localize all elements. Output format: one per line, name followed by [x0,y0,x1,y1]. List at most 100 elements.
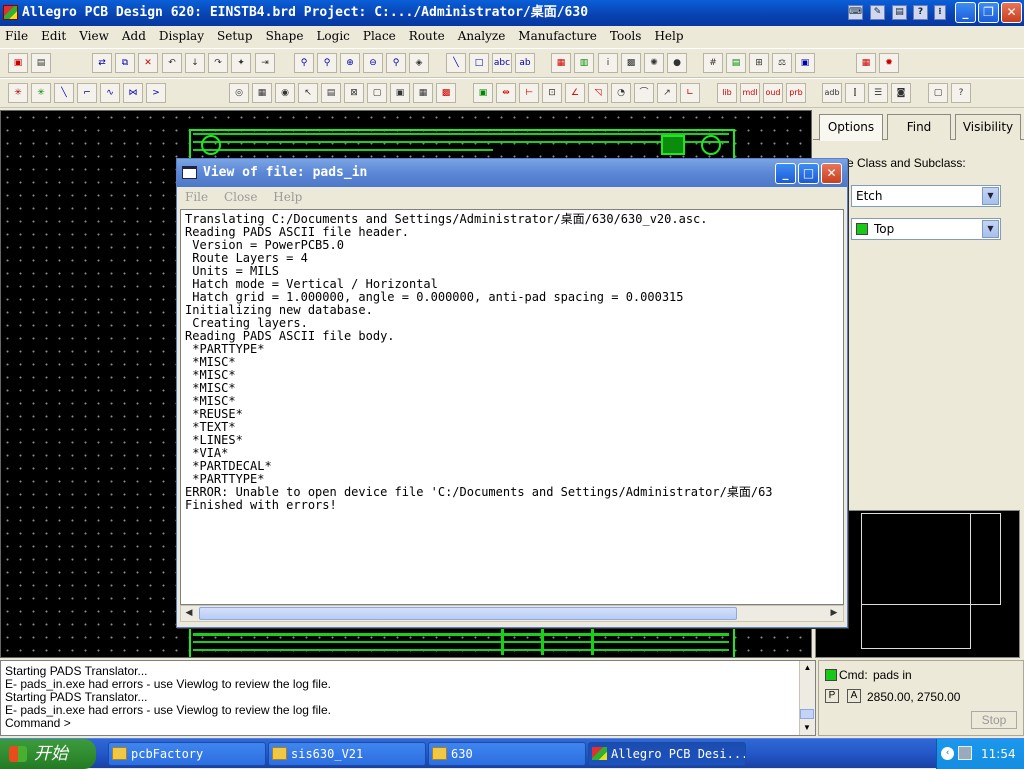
menu-setup[interactable]: Setup [217,26,253,46]
drc-icon[interactable]: ✹ [879,53,899,73]
horizontal-scrollbar[interactable]: ◀ ▶ [180,605,844,622]
stop-cmd-icon[interactable]: ⇥ [255,53,275,73]
save-icon[interactable]: ▤ [31,53,51,73]
allegro-app-icon[interactable] [3,5,18,20]
dialog-menu-help[interactable]: Help [273,190,302,204]
zoom-fit-icon[interactable]: ⚲ [317,53,337,73]
menu-tools[interactable]: Tools [610,26,642,46]
start-button[interactable]: 开始 [0,739,96,769]
camera-icon[interactable]: ◙ [891,83,911,103]
undo-icon[interactable]: ↶ [162,53,182,73]
ime-options-icon[interactable]: ⁝ [934,5,946,20]
dialog-close-button[interactable]: ✕ [821,163,842,184]
dimension-icon[interactable]: ⇹ [496,83,516,103]
report-icon[interactable]: ☰ [868,83,888,103]
add-connect-icon[interactable]: ╲ [54,83,74,103]
add-text-icon[interactable]: abc [492,53,512,73]
menu-help[interactable]: Help [654,26,683,46]
change-text-icon[interactable]: ab [515,53,535,73]
shape-void-icon[interactable]: ⊠ [344,83,364,103]
shape-merge-icon[interactable]: ▣ [390,83,410,103]
stop-button[interactable]: Stop [971,711,1017,729]
tab-options[interactable]: Options [819,114,883,141]
menu-place[interactable]: Place [363,26,396,46]
chevron-down-icon[interactable]: ▼ [982,220,999,238]
subclass-dropdown[interactable]: Top ▼ [851,218,1001,240]
zoom-in-icon[interactable]: ⊕ [340,53,360,73]
zoom-previous-icon[interactable]: ⚲ [386,53,406,73]
custom-smooth-icon[interactable]: ⋈ [123,83,143,103]
slide-icon[interactable]: ⌐ [77,83,97,103]
component-icon[interactable]: ▣ [473,83,493,103]
absolute-mode-button[interactable]: A [847,689,861,703]
shape-delete-icon[interactable]: ▩ [436,83,456,103]
spin-icon[interactable]: ◎ [229,83,249,103]
zoom-points-icon[interactable]: ⚲ [294,53,314,73]
adb-icon[interactable]: adb [822,83,842,103]
tray-expand-icon[interactable]: ‹ [941,747,954,760]
log-text-area[interactable]: Translating C:/Documents and Settings/Ad… [180,209,844,605]
shape-select-icon[interactable]: ▦ [413,83,433,103]
pick-mode-button[interactable]: P [825,689,839,703]
3d-view-icon[interactable]: ▣ [795,53,815,73]
menu-manufacture[interactable]: Manufacture [518,26,597,46]
vertex-icon[interactable]: > [146,83,166,103]
measure-icon[interactable]: ▩ [621,53,641,73]
redraw-icon[interactable]: ◈ [409,53,429,73]
scroll-left-icon[interactable]: ◀ [182,607,196,620]
radius-icon[interactable]: ◔ [611,83,631,103]
open-icon[interactable]: ▣ [8,53,28,73]
chamfer-icon[interactable]: ◹ [588,83,608,103]
rats-icon[interactable]: ✳ [31,83,51,103]
layers-icon[interactable]: ▥ [574,53,594,73]
help-icon[interactable]: ? [913,5,928,20]
console-scroll-thumb[interactable] [800,709,814,719]
task-sis630[interactable]: sis630_V21 [268,742,426,766]
class-dropdown[interactable]: Etch ▼ [851,185,1001,207]
task-allegro[interactable]: Allegro PCB Desi... [588,742,746,766]
menu-file[interactable]: File [5,26,28,46]
scroll-down-icon[interactable]: ▼ [800,721,814,735]
menu-route[interactable]: Route [409,26,445,46]
pen-icon[interactable]: ✎ [870,5,885,20]
place-icon[interactable]: ▦ [856,53,876,73]
menu-edit[interactable]: Edit [41,26,66,46]
worldview-viewport[interactable] [861,513,1001,605]
delay-tune-icon[interactable]: ∿ [100,83,120,103]
add-line-icon[interactable]: ╲ [446,53,466,73]
dimension-linear-icon[interactable]: ⊢ [519,83,539,103]
task-630[interactable]: 630 [428,742,586,766]
lib-icon[interactable]: lib [717,83,737,103]
minimize-button[interactable]: _ [955,2,976,23]
close-button[interactable]: ✕ [1001,2,1022,23]
dialog-menu-file[interactable]: File [185,190,208,204]
grid-icon[interactable]: # [703,53,723,73]
draft-icon[interactable]: ∟ [680,83,700,103]
mdl-icon[interactable]: mdl [740,83,760,103]
datum-icon[interactable]: ⊡ [542,83,562,103]
hole-icon[interactable]: ⫿ [845,83,865,103]
pin-icon[interactable]: ✦ [231,53,251,73]
fillet-icon[interactable]: ⌒ [634,83,654,103]
maximize-button[interactable]: ❐ [978,2,999,23]
chevron-down-icon[interactable]: ▼ [982,187,999,205]
leader-icon[interactable]: ↗ [657,83,677,103]
angle-icon[interactable]: ∠ [565,83,585,103]
pads-icon[interactable]: ⊞ [749,53,769,73]
menu-view[interactable]: View [79,26,109,46]
select-icon[interactable]: ↖ [298,83,318,103]
menu-logic[interactable]: Logic [316,26,349,46]
dehighlight-icon[interactable]: ● [667,53,687,73]
void-icon[interactable]: ◉ [275,83,295,103]
copy-icon[interactable]: ⧉ [115,53,135,73]
oud-icon[interactable]: oud [763,83,783,103]
move-icon[interactable]: ⇄ [92,53,112,73]
fill-icon[interactable]: ▦ [252,83,272,103]
keyboard-icon[interactable]: ⌨ [848,5,863,20]
highlight-icon[interactable]: ✺ [644,53,664,73]
scroll-up-icon[interactable]: ▲ [800,661,815,675]
prb-icon[interactable]: prb [786,83,806,103]
unrats-icon[interactable]: ✳ [8,83,28,103]
window-icon[interactable]: ▢ [928,83,948,103]
info-icon[interactable]: i [598,53,618,73]
